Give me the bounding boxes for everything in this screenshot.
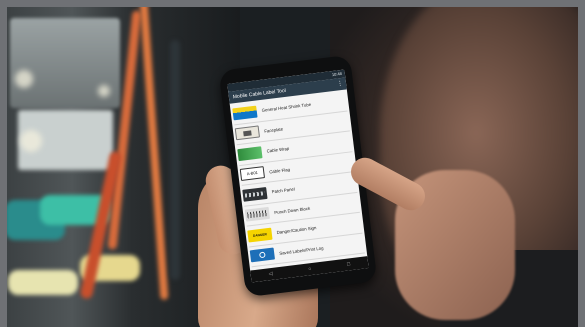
list-item-label: Punch Down Block: [273, 205, 311, 215]
photo-scene: 10:48 Mobile Cable Label Tool ⋮ General …: [0, 0, 585, 327]
heat-shrink-tube-icon: [232, 105, 258, 121]
patch-panel-icon: [242, 186, 268, 202]
back-icon[interactable]: ◁: [268, 271, 273, 277]
danger-sign-icon: DANGER: [247, 227, 273, 243]
light-bokeh: [20, 130, 42, 152]
cable-bundle: [8, 270, 78, 295]
faceplate-icon: [234, 125, 261, 141]
saved-labels-icon: [249, 247, 276, 263]
cable-flag-icon: A-B01: [239, 166, 266, 182]
cable-wrap-icon: [237, 146, 263, 161]
light-bokeh: [15, 70, 33, 88]
cable-bundle: [170, 40, 180, 280]
recent-apps-icon[interactable]: □: [347, 261, 351, 267]
list-item-label: General Heat Shrink Tube: [261, 102, 312, 114]
list-item-label: Cable Wrap: [266, 146, 290, 154]
list-item-label: Faceplate: [263, 126, 284, 134]
list-item-label: Saved Labels/Print Log: [278, 245, 324, 256]
status-time: 10:48: [331, 70, 343, 78]
list-item-label: Danger/Caution Sign: [276, 225, 317, 236]
label-type-list: General Heat Shrink Tube Faceplate Cable…: [230, 89, 367, 268]
light-bokeh: [98, 85, 110, 97]
list-item-label: Cable Flag: [268, 166, 291, 175]
list-item-label: Patch Panel: [271, 186, 296, 195]
home-icon[interactable]: ○: [308, 266, 312, 272]
overflow-menu-icon[interactable]: ⋮: [336, 78, 344, 91]
punch-down-block-icon: [244, 207, 271, 222]
cable-bundle: [139, 0, 169, 300]
phone-screen: 10:48 Mobile Cable Label Tool ⋮ General …: [227, 69, 369, 283]
